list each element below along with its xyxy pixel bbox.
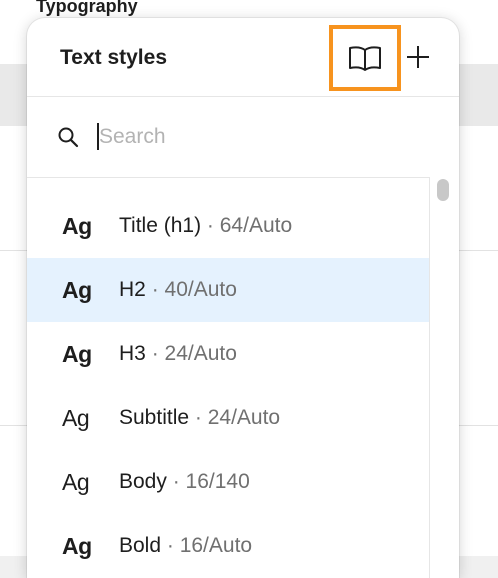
search-row [27, 97, 459, 178]
add-style-button[interactable] [403, 42, 433, 72]
style-meta: 16/Auto [179, 534, 253, 557]
panel-title: Text styles [60, 46, 167, 69]
plus-icon [407, 46, 429, 68]
background-header-text: Typography [36, 0, 138, 16]
style-meta: 64/Auto [219, 214, 293, 237]
style-name: Subtitle [119, 406, 190, 429]
style-preview: Ag [62, 212, 92, 239]
style-separator: · [189, 406, 208, 429]
style-separator: · [166, 470, 186, 493]
scrollbar-track[interactable] [429, 177, 459, 578]
style-name: Title (h1) [119, 214, 202, 237]
style-name: H3 [119, 342, 146, 365]
style-preview: Ag [62, 340, 92, 367]
list-item-body[interactable]: Ag Body · 16/140 [27, 450, 429, 514]
style-meta: 24/Auto [164, 342, 237, 365]
style-name: Body [119, 470, 167, 493]
style-name: Bold [119, 534, 162, 557]
style-preview: Ag [62, 404, 90, 431]
style-name: H2 [119, 278, 146, 301]
style-separator: · [161, 534, 180, 557]
style-meta: 16/140 [185, 470, 250, 493]
scrollbar-thumb[interactable] [437, 179, 449, 201]
library-button[interactable] [329, 25, 401, 91]
list-item-bold[interactable]: Ag Bold · 16/Auto [27, 514, 429, 578]
panel-header: Text styles [27, 18, 459, 97]
style-preview: Ag [62, 276, 92, 303]
list-item-h2[interactable]: Ag H2 · 40/Auto [27, 258, 429, 322]
book-open-icon [349, 46, 381, 71]
text-styles-panel: Text styles Ag Title (h1) · 64/Auto [27, 18, 459, 578]
search-icon [58, 127, 79, 148]
style-separator: · [201, 214, 220, 237]
style-meta: 40/Auto [164, 278, 237, 301]
list-item-title-h1[interactable]: Ag Title (h1) · 64/Auto [27, 194, 429, 258]
list-item-h3[interactable]: Ag H3 · 24/Auto [27, 322, 429, 386]
style-preview: Ag [62, 468, 90, 495]
list-item-subtitle[interactable]: Ag Subtitle · 24/Auto [27, 386, 429, 450]
style-separator: · [145, 342, 165, 365]
text-caret [97, 123, 99, 150]
style-separator: · [145, 278, 165, 301]
search-input[interactable] [95, 123, 399, 151]
text-styles-list: Ag Title (h1) · 64/Auto Ag H2 · 40/Auto … [27, 194, 429, 578]
style-preview: Ag [62, 532, 92, 559]
style-meta: 24/Auto [207, 406, 281, 429]
